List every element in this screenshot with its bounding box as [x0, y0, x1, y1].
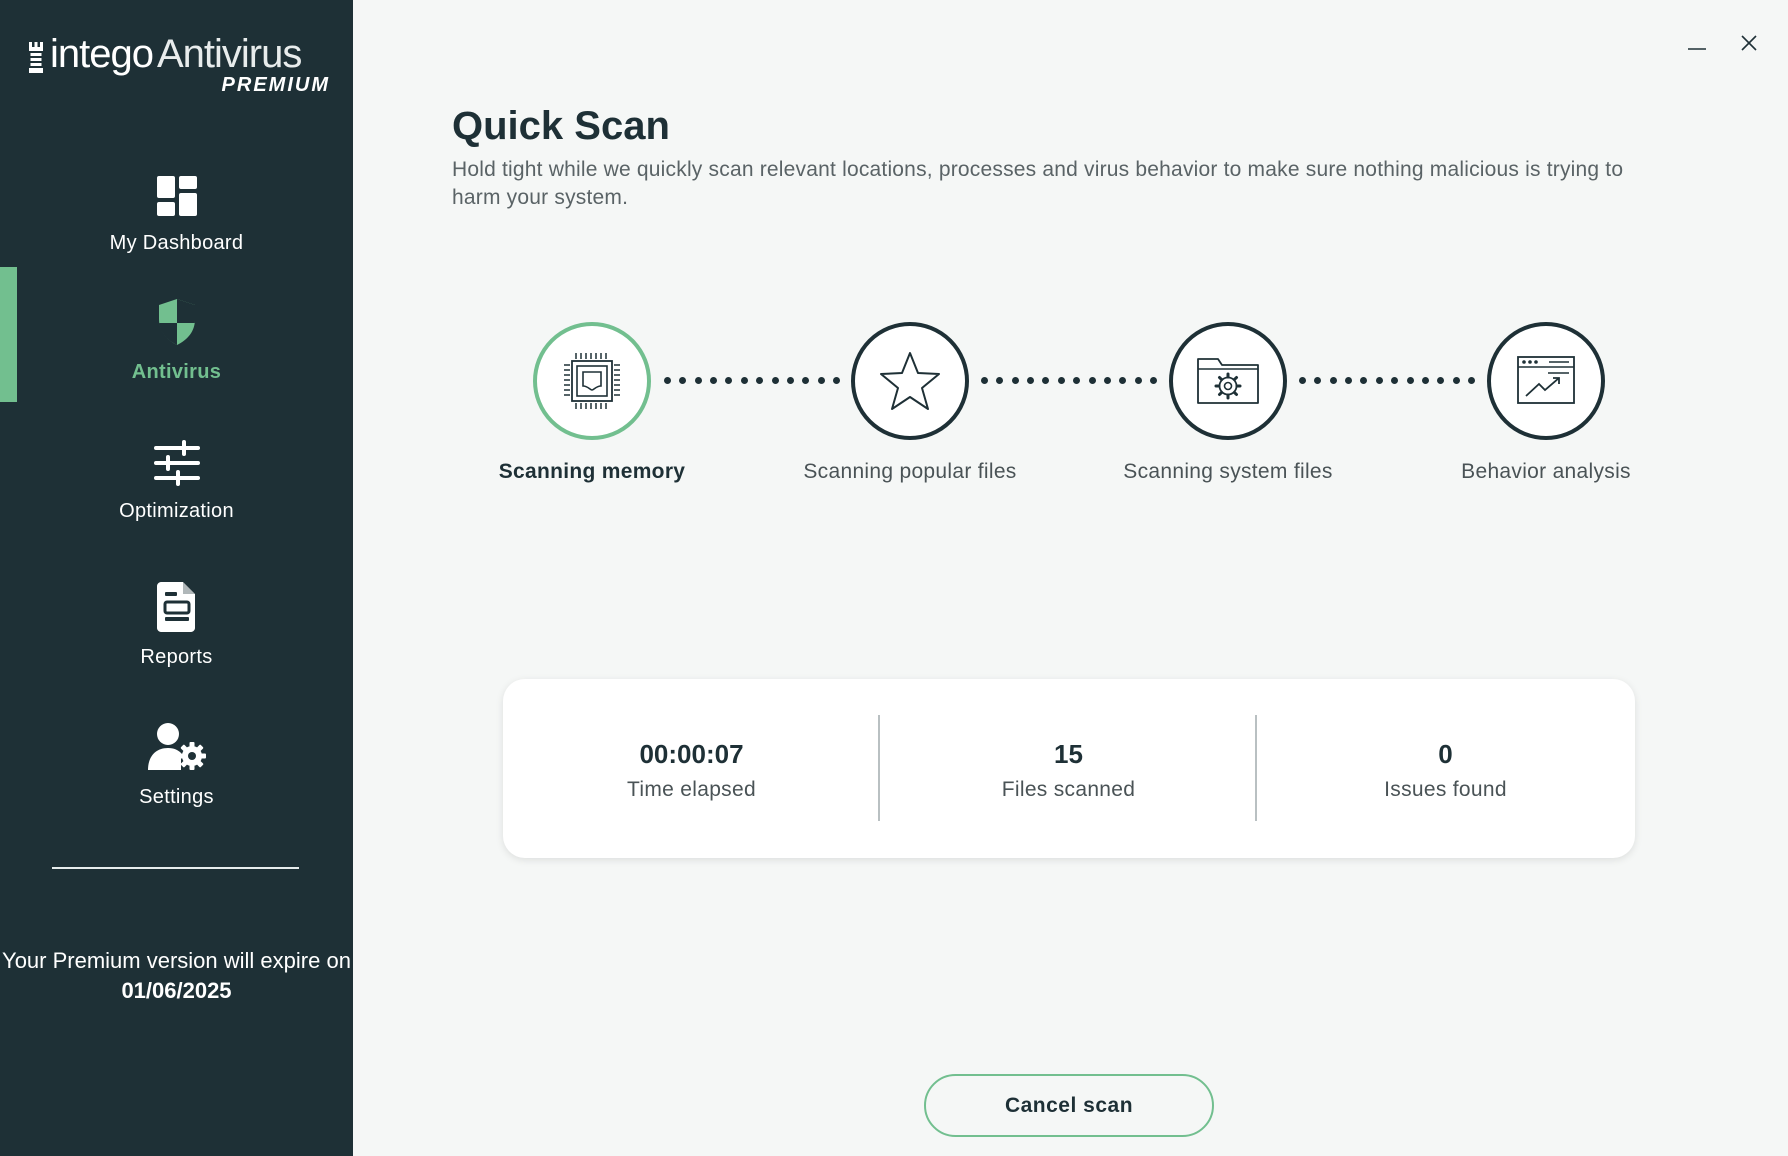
user-gear-icon	[147, 723, 206, 770]
step-label: Scanning system files	[1123, 460, 1333, 483]
premium-expiry-notice: Your Premium version will expire on 01/0…	[0, 946, 353, 1006]
step-label: Scanning memory	[498, 460, 686, 483]
stat-label: Files scanned	[1001, 778, 1136, 801]
document-icon	[156, 582, 195, 632]
sidebar-item-label: Optimization	[119, 500, 234, 522]
stat-issues-found: 0 Issues found	[1257, 739, 1634, 802]
sidebar-item-settings[interactable]: Settings	[0, 722, 353, 809]
scan-step-system-files: Scanning system files	[1108, 322, 1348, 485]
page-subtitle: Hold tight while we quickly scan relevan…	[452, 158, 1624, 209]
sidebar-item-optimization[interactable]: Optimization	[0, 440, 353, 523]
sidebar-item-label: Reports	[140, 646, 213, 668]
expiry-date: 01/06/2025	[121, 978, 232, 1003]
stat-value: 15	[1054, 739, 1083, 769]
sidebar-item-label: Antivirus	[131, 361, 222, 383]
system-folder-icon	[1197, 358, 1259, 404]
step-circle	[1169, 322, 1287, 440]
sidebar-item-reports[interactable]: Reports	[0, 582, 353, 669]
sidebar-item-antivirus[interactable]: Antivirus	[0, 297, 353, 384]
stat-label: Issues found	[1384, 778, 1507, 801]
step-circle	[1487, 322, 1605, 440]
dashboard-grid-icon	[156, 176, 197, 216]
expiry-text: Your Premium version will expire on	[2, 948, 351, 973]
sidebar-divider	[52, 867, 299, 869]
sidebar: intego Antivirus PREMIUM My Dashboard An…	[0, 0, 353, 1156]
behavior-chart-icon	[1517, 356, 1575, 404]
stat-value: 00:00:07	[639, 739, 744, 769]
sidebar-item-dashboard[interactable]: My Dashboard	[0, 174, 353, 255]
stat-files-scanned: 15 Files scanned	[880, 739, 1257, 802]
logo-tier: PREMIUM	[221, 74, 330, 96]
cancel-scan-button[interactable]: Cancel scan	[924, 1074, 1214, 1137]
logo-product: Antivirus	[156, 32, 302, 76]
stat-label: Time elapsed	[627, 778, 756, 801]
scan-step-memory: Scanning memory	[472, 322, 712, 485]
minimize-icon	[1688, 48, 1706, 50]
scan-step-behavior-analysis: Behavior analysis	[1426, 322, 1666, 485]
sidebar-item-label: My Dashboard	[109, 232, 244, 254]
stat-value: 0	[1438, 739, 1453, 769]
page-title: Quick Scan	[452, 104, 670, 148]
scan-step-popular-files: Scanning popular files	[790, 322, 1030, 485]
sidebar-item-label: Settings	[139, 786, 214, 808]
scan-stats-card: 00:00:07 Time elapsed 15 Files scanned 0…	[503, 679, 1635, 858]
step-circle	[851, 322, 969, 440]
close-button[interactable]	[1734, 28, 1764, 58]
tower-logo-icon	[28, 39, 44, 73]
sliders-icon	[153, 440, 200, 486]
logo-brand: intego	[50, 32, 154, 76]
app-logo: intego Antivirus PREMIUM	[28, 32, 328, 102]
step-circle	[533, 322, 651, 440]
stat-time-elapsed: 00:00:07 Time elapsed	[503, 739, 880, 802]
star-icon	[880, 352, 940, 410]
step-label: Scanning popular files	[803, 460, 1017, 483]
step-label: Behavior analysis	[1461, 460, 1631, 483]
minimize-button[interactable]	[1682, 28, 1712, 58]
memory-chip-icon	[564, 353, 620, 409]
close-icon	[1741, 35, 1757, 51]
shield-icon	[158, 299, 195, 345]
